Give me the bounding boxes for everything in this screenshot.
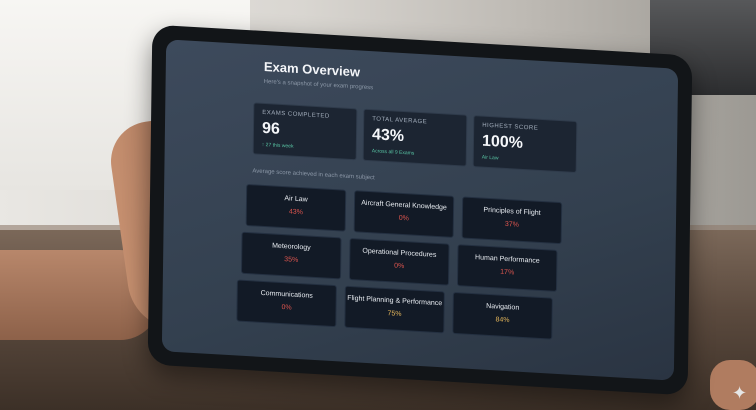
stat-note: Air Law — [481, 154, 499, 162]
subject-name: Aircraft General Knowledge — [361, 199, 447, 212]
subject-card[interactable]: Air Law 43% — [245, 183, 347, 232]
subject-score: 75% — [387, 310, 402, 318]
tablet-screen: Exam Overview Here's a snapshot of your … — [161, 39, 679, 381]
subject-score: 0% — [394, 262, 405, 271]
subject-name: Meteorology — [272, 242, 311, 252]
subject-card[interactable]: Operational Procedures 0% — [348, 237, 450, 286]
subject-score: 0% — [281, 304, 292, 312]
stat-label: Exams Completed — [262, 109, 330, 120]
subject-card[interactable]: Navigation 84% — [452, 291, 553, 340]
page-title: Exam Overview — [263, 58, 361, 80]
sparkle-icon: ✦ — [732, 383, 748, 403]
stat-label: Highest Score — [482, 122, 539, 132]
stat-card-exams-completed: Exams Completed 96 ↑ 27 this week — [252, 102, 358, 161]
stat-card-total-average: Total Average 43% Across all 9 Exams — [362, 108, 468, 167]
subject-card[interactable]: Flight Planning & Performance 75% — [344, 285, 445, 334]
subject-card[interactable]: Aircraft General Knowledge 0% — [353, 190, 455, 238]
stat-value: 96 — [261, 119, 280, 138]
stat-card-highest-score: Highest Score 100% Air Law — [472, 115, 578, 174]
subject-score: 35% — [284, 256, 299, 264]
tablet-device: Exam Overview Here's a snapshot of your … — [147, 24, 693, 396]
subject-card[interactable]: Communications 0% — [236, 279, 337, 328]
stat-note: Across all 9 Exams — [371, 148, 415, 157]
subject-name: Human Performance — [475, 254, 540, 265]
subject-card[interactable]: Human Performance 17% — [456, 244, 558, 292]
photo-scene: Exam Overview Here's a snapshot of your … — [0, 0, 756, 410]
subject-score: 0% — [398, 214, 409, 223]
subject-score: 37% — [504, 220, 519, 229]
subject-name: Communications — [260, 289, 313, 300]
stat-label: Total Average — [372, 116, 428, 126]
stat-note: ↑ 27 this week — [261, 141, 294, 150]
subject-name: Navigation — [486, 302, 520, 312]
subject-name: Principles of Flight — [483, 206, 541, 217]
subject-score: 17% — [500, 268, 515, 277]
subject-score: 43% — [288, 208, 303, 217]
subject-card[interactable]: Principles of Flight 37% — [461, 196, 563, 245]
stat-value: 43% — [371, 126, 405, 146]
stat-value: 100% — [481, 132, 524, 152]
subject-name: Operational Procedures — [362, 247, 437, 259]
subject-name: Air Law — [284, 195, 308, 204]
page-subtitle: Here's a snapshot of your exam progress — [263, 78, 374, 92]
subjects-section-label: Average score achieved in each exam subj… — [252, 168, 375, 182]
subject-name: Flight Planning & Performance — [347, 294, 443, 308]
subject-score: 84% — [495, 316, 510, 325]
subject-card[interactable]: Meteorology 35% — [240, 231, 342, 280]
